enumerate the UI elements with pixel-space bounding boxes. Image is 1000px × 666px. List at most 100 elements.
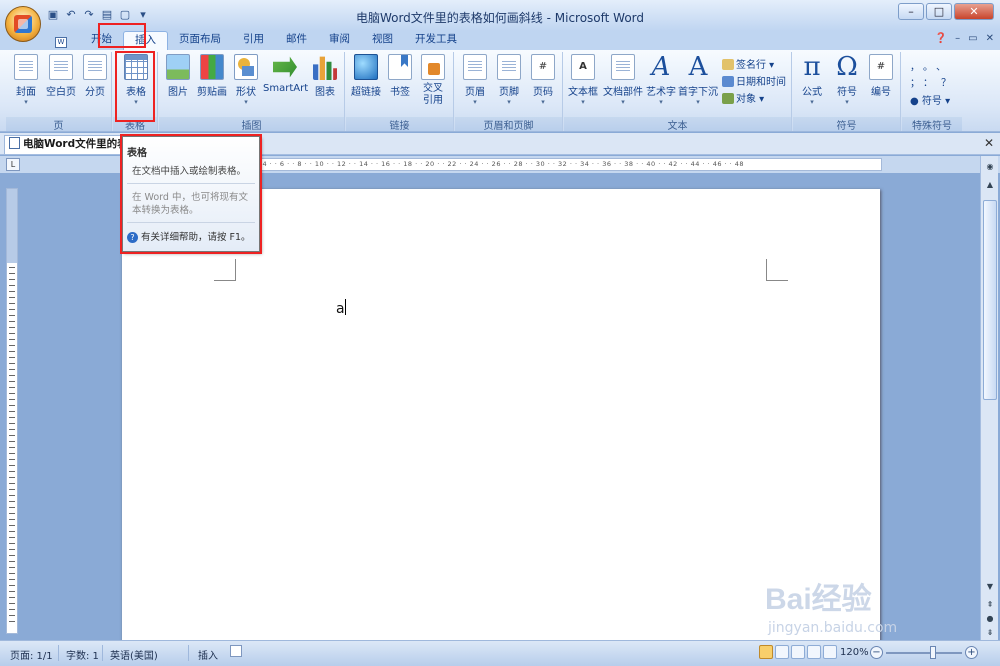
web-layout-view-icon[interactable] xyxy=(791,645,805,659)
bookmark-icon xyxy=(388,54,412,80)
zoom-out-icon[interactable]: − xyxy=(870,646,883,659)
title-bar: ▣ ↶ ↷ ▤ ▢ ▾ 电脑Word文件里的表格如何画斜线 - Microsof… xyxy=(0,0,1000,32)
equation-button[interactable]: π 公式 ▾ xyxy=(795,54,829,106)
footer-icon xyxy=(497,54,521,80)
document-icon xyxy=(9,137,20,149)
zoom-level[interactable]: 120% xyxy=(840,647,869,658)
object-icon xyxy=(722,93,734,104)
object-button[interactable]: 对象 ▾ xyxy=(722,90,764,105)
tab-word-icon[interactable]: W xyxy=(44,31,80,51)
tab-page-layout[interactable]: 页面布局 xyxy=(168,31,232,51)
wordart-button[interactable]: A 艺术字 ▾ xyxy=(644,54,678,106)
scrollbar-thumb[interactable] xyxy=(983,200,997,400)
ruler-marks: 2 · · 4 · · 6 · · 8 · · 10 · · 12 · · 14… xyxy=(245,160,745,168)
margin-corner-top-right xyxy=(766,259,788,281)
signature-line-icon xyxy=(722,59,734,70)
window-controls: – □ ✕ xyxy=(898,3,994,20)
bookmark-button[interactable]: 书签 xyxy=(386,54,414,98)
page-number-icon: # xyxy=(531,54,555,80)
shapes-button[interactable]: 形状 ▾ xyxy=(231,54,261,106)
quick-parts-button[interactable]: 文档部件 ▾ xyxy=(602,54,644,106)
close-button[interactable]: ✕ xyxy=(954,3,994,20)
status-word-count[interactable]: 字数: 1 xyxy=(66,647,99,662)
status-insert-mode[interactable]: 插入 xyxy=(198,647,218,662)
draft-view-icon[interactable] xyxy=(823,645,837,659)
numbering-button[interactable]: # 编号 xyxy=(865,54,897,98)
next-page-icon[interactable]: ⇟ xyxy=(983,626,997,640)
minimize-button[interactable]: – xyxy=(898,3,924,20)
hyperlink-button[interactable]: 超链接 xyxy=(348,54,384,98)
special-symbols-row-2[interactable]: ；：？ xyxy=(910,74,959,89)
symbol-button[interactable]: Ω 符号 ▾ xyxy=(831,54,863,106)
tab-review[interactable]: 审阅 xyxy=(318,31,361,51)
office-logo-icon xyxy=(14,15,32,33)
date-time-icon xyxy=(722,76,734,87)
page-number-button[interactable]: # 页码 ▾ xyxy=(527,54,559,106)
header-button[interactable]: 页眉 ▾ xyxy=(459,54,491,106)
tab-references[interactable]: 引用 xyxy=(232,31,275,51)
numbering-icon: # xyxy=(869,54,893,80)
cover-page-button[interactable]: 封面 ▾ xyxy=(10,54,42,106)
signature-line-button[interactable]: 签名行 ▾ xyxy=(722,56,774,71)
maximize-button[interactable]: □ xyxy=(926,3,952,20)
group-pages: 封面 ▾ 空白页 分页 页 xyxy=(6,52,112,132)
chart-icon xyxy=(313,56,337,80)
blank-page-button[interactable]: 空白页 xyxy=(44,54,78,98)
full-screen-reading-view-icon[interactable] xyxy=(775,645,789,659)
status-page[interactable]: 页面: 1/1 xyxy=(10,647,53,662)
tab-selector-button[interactable]: L xyxy=(6,158,20,171)
zoom-slider-thumb[interactable] xyxy=(930,646,936,659)
cover-page-icon xyxy=(14,54,38,80)
picture-button[interactable]: 图片 xyxy=(163,54,193,98)
smartart-icon xyxy=(273,56,297,78)
zoom-in-icon[interactable]: + xyxy=(965,646,978,659)
group-label-text: 文本 xyxy=(564,117,791,132)
mdi-close-button[interactable]: ✕ xyxy=(986,33,994,44)
special-symbols-row-1[interactable]: ，。、 xyxy=(910,58,954,73)
margin-corner-top-left xyxy=(214,259,236,281)
print-layout-view-icon[interactable] xyxy=(759,645,773,659)
zoom-slider[interactable] xyxy=(886,652,962,654)
tab-mailings[interactable]: 邮件 xyxy=(275,31,318,51)
mdi-minimize-button[interactable]: – xyxy=(955,33,960,44)
group-label-special-symbols: 特殊符号 xyxy=(902,117,962,132)
group-special-symbols: ，。、 ；：？ ● 符号 ▾ 特殊符号 xyxy=(902,52,962,132)
date-time-button[interactable]: 日期和时间 xyxy=(722,73,786,88)
baidu-watermark-logo: Bai经验 xyxy=(765,583,872,616)
symbol-icon: Ω xyxy=(836,52,858,82)
special-symbol-dropdown[interactable]: ● 符号 ▾ xyxy=(910,92,950,107)
drop-cap-button[interactable]: A 首字下沉 ▾ xyxy=(678,54,718,106)
page-break-button[interactable]: 分页 xyxy=(80,54,110,98)
vertical-scrollbar[interactable]: ◉ ▲ ▼ ⇞ ● ⇟ xyxy=(980,156,998,640)
drop-cap-icon: A xyxy=(688,52,708,82)
outline-view-icon[interactable] xyxy=(807,645,821,659)
smartart-button[interactable]: SmartArt xyxy=(263,54,308,94)
scroll-down-arrow-icon[interactable]: ▼ xyxy=(983,580,997,594)
footer-button[interactable]: 页脚 ▾ xyxy=(493,54,525,106)
macro-record-icon[interactable] xyxy=(230,645,242,657)
chart-button[interactable]: 图表 xyxy=(309,54,341,98)
group-label-header-footer: 页眉和页脚 xyxy=(455,117,562,132)
previous-page-icon[interactable]: ⇞ xyxy=(983,598,997,612)
tab-developer[interactable]: 开发工具 xyxy=(404,31,468,51)
table-button-highlight xyxy=(115,51,155,122)
ruler-toggle-icon[interactable]: ◉ xyxy=(983,160,997,174)
text-box-button[interactable]: A 文本框 ▾ xyxy=(566,54,600,106)
group-label-links: 链接 xyxy=(346,117,453,132)
clip-art-button[interactable]: 剪贴画 xyxy=(195,54,229,98)
tab-view[interactable]: 视图 xyxy=(361,31,404,51)
select-browse-object-icon[interactable]: ● xyxy=(983,612,997,626)
word-doc-icon: W xyxy=(55,37,67,48)
scroll-up-arrow-icon[interactable]: ▲ xyxy=(983,178,997,192)
document-text[interactable]: a xyxy=(336,301,345,317)
help-icon[interactable]: ❓ xyxy=(935,33,947,44)
wordart-icon: A xyxy=(651,52,671,82)
office-button[interactable] xyxy=(5,6,41,42)
close-document-icon[interactable]: ✕ xyxy=(984,136,994,150)
vertical-ruler[interactable] xyxy=(6,188,18,634)
mdi-restore-button[interactable]: ▭ xyxy=(968,33,977,44)
status-language[interactable]: 英语(美国) xyxy=(110,647,158,662)
baidu-watermark-url: jingyan.baidu.com xyxy=(768,620,898,636)
cross-reference-button[interactable]: 交叉引用 xyxy=(416,54,450,107)
group-label-symbols: 符号 xyxy=(793,117,900,132)
